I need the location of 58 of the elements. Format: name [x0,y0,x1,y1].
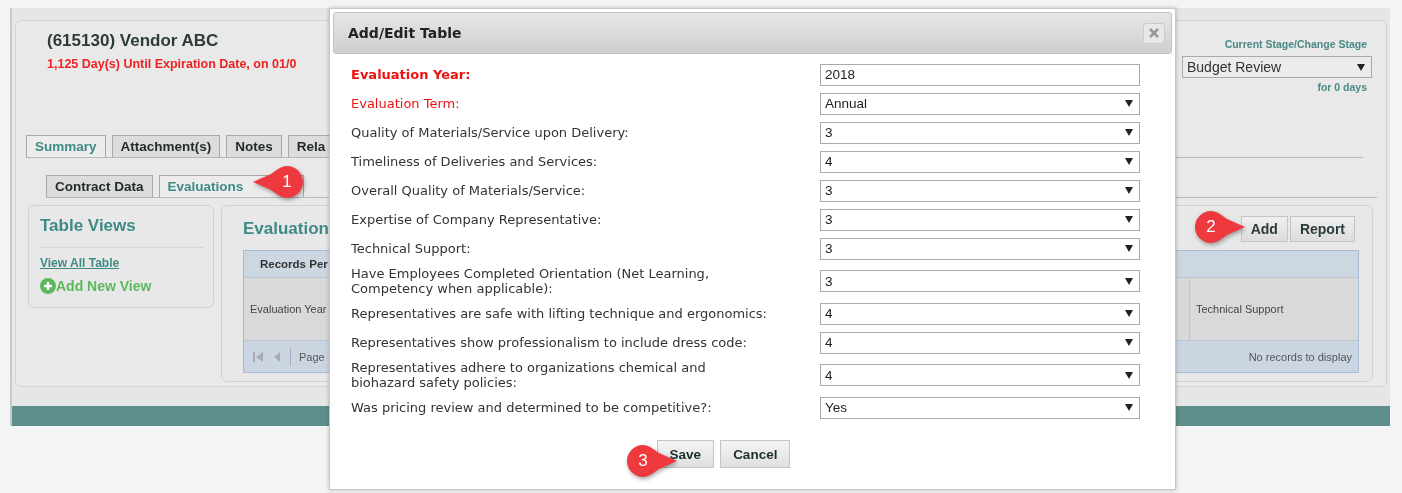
field-label: Evaluation Year: [351,67,472,82]
expiration-notice: 1,125 Day(s) Until Expiration Date, on 01/0 [47,57,297,71]
stage-duration: for 0 days [1317,81,1367,93]
field-label: Evaluation Term: [351,96,461,111]
caret-icon [1125,129,1133,136]
empty-message: No records to display [1248,350,1352,363]
select-field[interactable]: 4 [820,302,1140,325]
caret-icon [1357,63,1365,71]
close-icon [1149,28,1159,38]
dialog-button[interactable]: Cancel [720,440,791,468]
select-field[interactable]: 3 [820,208,1140,231]
field-label: Technical Support: [351,241,472,256]
caret-icon [1125,216,1133,223]
column-header: Technical Support [1195,302,1285,317]
field-label: Timeliness of Deliveries and Services: [351,154,599,169]
select-field[interactable]: 4 [820,150,1140,173]
panel-title: Table Views [40,216,137,236]
select-field[interactable]: 3 [820,237,1140,260]
field-label: Was pricing review and determined to be competitive?: [351,400,713,415]
select-field[interactable]: 4 [820,364,1140,386]
close-button[interactable] [1143,22,1165,44]
pager-label: Page [299,350,325,363]
input-field[interactable]: 2018 [820,63,1140,86]
step-tooltip: 2 [1194,210,1246,244]
stage-select[interactable]: Budget Review [1182,56,1372,78]
field-label: Overall Quality of Materials/Service: [351,183,587,198]
select-field[interactable]: Annual [820,92,1140,115]
stage-label: Current Stage/Change Stage [1224,38,1367,50]
tab[interactable]: Notes [226,135,282,157]
tab[interactable]: Attachment(s) [111,135,221,157]
caret-icon [1125,339,1133,346]
step-tooltip: 1 [252,165,304,199]
first-page-icon[interactable] [252,350,264,363]
panel-title: Evaluation [243,219,329,239]
field-label: Representatives adhere to organizations chemical and biohazard safety policies: [351,360,707,390]
caret-icon [1125,404,1133,411]
field-label: Quality of Materials/Service upon Delivery: [351,125,630,140]
grid-header: Records Per [259,258,328,270]
previous-page-icon[interactable] [272,350,282,363]
caret-icon [1125,158,1133,165]
select-field[interactable]: 3 [820,270,1140,292]
dialog-title: Add/Edit Table [348,25,462,41]
select-field[interactable]: 3 [820,179,1140,202]
add-icon [40,278,56,294]
select-field[interactable]: 4 [820,331,1140,354]
field-label: Representatives show professionalism to include dress code: [351,335,748,350]
toolbar-button[interactable]: Add [1240,216,1288,242]
select-field[interactable]: 3 [820,121,1140,144]
field-label: Representatives are safe with lifting technique and ergonomics: [351,306,768,321]
field-label: Expertise of Company Representative: [351,212,603,227]
vendor-title: (615130) Vendor ABC [47,31,220,51]
field-label: Have Employees Completed Orientation (Net Learning, Competency when applicable): [351,266,710,296]
subtab[interactable]: Contract Data [46,175,153,197]
toolbar-button[interactable]: Report [1289,216,1355,242]
select-field[interactable]: Yes [820,396,1140,419]
caret-icon [1125,100,1133,107]
caret-icon [1125,310,1133,317]
caret-icon [1125,187,1133,194]
